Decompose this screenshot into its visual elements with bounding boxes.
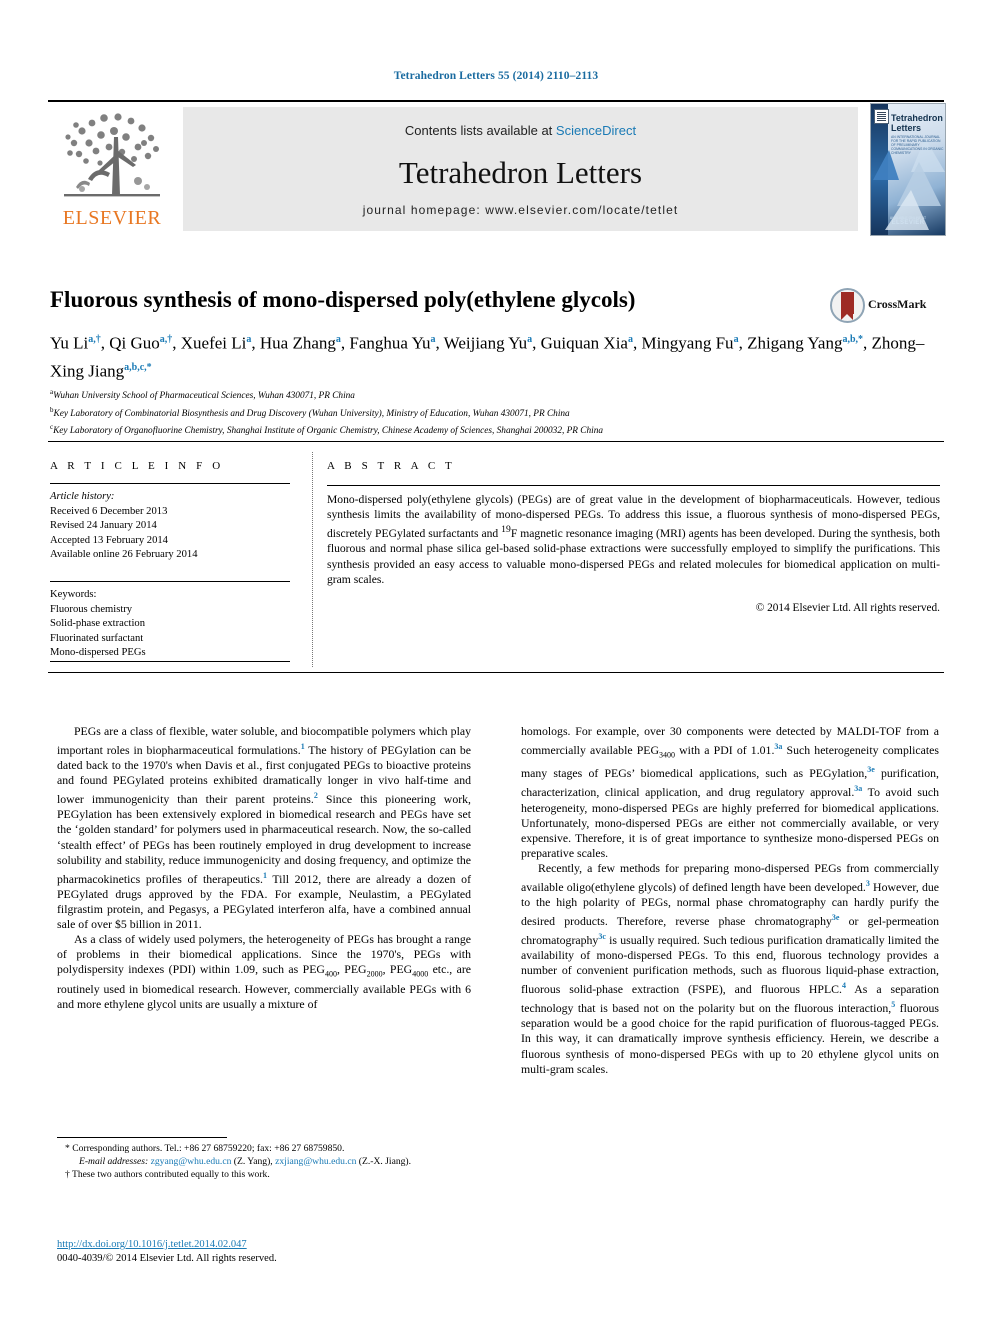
copyright-line: © 2014 Elsevier Ltd. All rights reserved… [755, 602, 940, 614]
crossmark-badge[interactable]: CrossMark [830, 288, 940, 323]
keyword-item: Mono-dispersed PEGs [50, 647, 146, 658]
keyword-item: Fluorous chemistry [50, 603, 133, 615]
footnote-equal-contribution: † These two authors contributed equally … [65, 1169, 270, 1181]
cover-footer: AVAILABLE ONLINE AT ELSEVIER [871, 216, 945, 226]
page-title: Fluorous synthesis of mono-dispersed pol… [50, 287, 636, 312]
body-column-left: PEGs are a class of flexible, water solu… [57, 724, 472, 1011]
keyword-item: Fluorinated surfactant [50, 632, 144, 644]
sciencedirect-link[interactable]: ScienceDirect [556, 123, 636, 138]
crossmark-label: CrossMark [868, 297, 927, 311]
affiliations: aWuhan University School of Pharmaceutic… [50, 386, 940, 439]
info-block-top-rule [48, 441, 944, 442]
keywords-block: Keywords: Fluorous chemistry Solid-phase… [50, 588, 290, 661]
elsevier-tree-icon [64, 113, 160, 197]
keywords-bottom-rule [50, 661, 290, 662]
cover-badge-icon [874, 109, 889, 124]
contents-prefix: Contents lists available at [404, 123, 556, 138]
journal-homepage-link[interactable]: journal homepage: www.elsevier.com/locat… [183, 203, 858, 217]
history-received: Received 6 December 2013 [50, 505, 168, 517]
cover-title: Tetrahedron Letters [891, 113, 943, 133]
footnote-block: * Corresponding authors. Tel.: +86 27 68… [57, 1142, 475, 1182]
footnote-emails[interactable]: E-mail addresses: zgyang@whu.edu.cn (Z. … [57, 1155, 475, 1168]
crossmark-icon [830, 288, 865, 323]
elsevier-wordmark: ELSEVIER [62, 207, 162, 229]
abstract-text: Mono-dispersed poly(ethylene glycols) (P… [327, 493, 940, 586]
keywords-label: Keywords: [50, 589, 97, 600]
history-accepted: Accepted 13 February 2014 [50, 534, 168, 546]
article-info-heading: A R T I C L E I N F O [50, 460, 224, 472]
history-revised: Revised 24 January 2014 [50, 520, 157, 531]
journal-cover-thumbnail[interactable]: Tetrahedron Letters AN INTERNATIONAL JOU… [870, 103, 946, 236]
footnote-rule [57, 1137, 227, 1138]
doi-link[interactable]: http://dx.doi.org/10.1016/j.tetlet.2014.… [57, 1238, 475, 1252]
journal-masthead: ELSEVIER Contents lists available at Sci… [48, 100, 946, 236]
cover-footer-brand: ELSEVIER [891, 220, 925, 226]
affiliation-b: bKey Laboratory of Combinatorial Biosynt… [50, 405, 570, 419]
body-column-right: homologs. For example, over 30 component… [521, 724, 939, 1076]
history-online: Available online 26 February 2014 [50, 549, 198, 560]
cover-subtitle: AN INTERNATIONAL JOURNAL FOR THE RAPID P… [891, 135, 944, 155]
article-history: Article history: Received 6 December 201… [50, 490, 290, 563]
doi-block: http://dx.doi.org/10.1016/j.tetlet.2014.… [57, 1238, 475, 1266]
affiliation-a: aWuhan University School of Pharmaceutic… [50, 388, 355, 402]
info-abstract-divider [312, 452, 313, 667]
article-info-rule [50, 483, 290, 484]
info-block-bottom-rule [48, 672, 944, 673]
keyword-item: Solid-phase extraction [50, 618, 146, 629]
journal-title: Tetrahedron Letters [398, 155, 643, 190]
affiliation-c: cKey Laboratory of Organofluorine Chemis… [50, 423, 604, 437]
abstract-heading: A B S T R A C T [327, 460, 456, 472]
footnote-corresponding: * Corresponding authors. Tel.: +86 27 68… [65, 1143, 345, 1154]
issn-copyright-line: 0040-4039/© 2014 Elsevier Ltd. All right… [57, 1253, 277, 1264]
abstract-rule [327, 485, 940, 486]
article-history-label: Article history: [50, 491, 115, 502]
masthead-band: Contents lists available at ScienceDirec… [183, 107, 858, 231]
elsevier-logo: ELSEVIER [48, 107, 176, 235]
running-head: Tetrahedron Letters 55 (2014) 2110–2113 [393, 70, 599, 82]
article-page: Tetrahedron Letters 55 (2014) 2110–2113 [0, 0, 992, 1323]
author-list: Yu Lia,†, Qi Guoa,†, Xuefei Lia, Hua Zha… [50, 333, 925, 381]
contents-available-line: Contents lists available at ScienceDirec… [183, 123, 858, 138]
keywords-top-rule [50, 581, 290, 582]
